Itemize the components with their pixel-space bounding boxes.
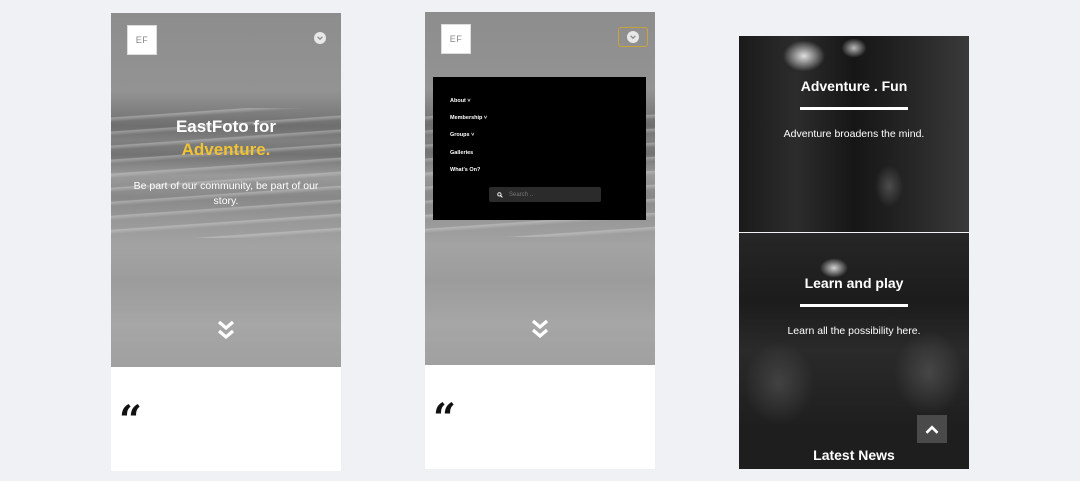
menu-toggle-button-active[interactable] xyxy=(618,27,648,47)
hero-title: EastFoto for Adventure. xyxy=(111,115,341,161)
chevron-up-icon xyxy=(925,424,939,434)
phone-screen-menu-open: EF About ˅ Membership ˅ Groups ˅ Galleri… xyxy=(425,12,655,469)
hero-title-line: EastFoto for xyxy=(175,117,277,136)
feature-panel-adventure: Adventure . Fun Adventure broadens the m… xyxy=(739,36,969,232)
menu-toggle-circle xyxy=(627,31,639,43)
site-logo[interactable]: EF xyxy=(127,25,157,55)
latest-news-title: Latest News xyxy=(813,447,895,463)
hero-subtitle: Be part of our community, be part of our… xyxy=(133,180,319,207)
phone-screen-features: Adventure . Fun Adventure broadens the m… xyxy=(739,12,969,469)
search-input[interactable]: Search .. xyxy=(489,187,601,202)
panel-divider xyxy=(800,107,908,110)
phone-screen-home: EF EastFoto for Adventure. Be part of ou… xyxy=(111,13,341,471)
panel-divider xyxy=(800,304,908,307)
quote-mark: “ xyxy=(433,395,457,442)
content-section xyxy=(425,365,655,469)
chevron-down-icon xyxy=(630,35,636,40)
quote-mark: “ xyxy=(119,397,143,444)
nav-item-galleries[interactable]: Galleries xyxy=(450,150,473,156)
nav-item-about[interactable]: About ˅ xyxy=(450,98,471,104)
panel-subtitle: Learn all the possibility here. xyxy=(787,325,921,337)
feature-panel-learn: Learn and play Learn all the possibility… xyxy=(739,233,969,429)
double-chevron-down-icon[interactable] xyxy=(217,320,235,342)
double-chevron-down-icon[interactable] xyxy=(531,319,549,341)
mobile-nav-menu: About ˅ Membership ˅ Groups ˅ Galleries … xyxy=(433,77,646,220)
back-to-top-button[interactable] xyxy=(917,415,947,443)
menu-toggle-button[interactable] xyxy=(314,32,326,44)
site-logo[interactable]: EF xyxy=(441,24,471,54)
chevron-down-icon xyxy=(317,36,323,41)
search-placeholder: Search .. xyxy=(509,191,534,198)
panel-subtitle: Adventure broadens the mind. xyxy=(783,128,925,140)
panel-title: Adventure . Fun xyxy=(800,78,908,94)
hero-title-accent: Adventure. xyxy=(181,140,271,159)
panel-title: Learn and play xyxy=(804,275,904,291)
nav-item-whats-on[interactable]: What's On? xyxy=(450,167,480,173)
nav-item-membership[interactable]: Membership ˅ xyxy=(450,115,487,121)
nav-item-groups[interactable]: Groups ˅ xyxy=(450,132,474,138)
search-icon xyxy=(497,191,503,198)
content-section xyxy=(111,367,341,471)
